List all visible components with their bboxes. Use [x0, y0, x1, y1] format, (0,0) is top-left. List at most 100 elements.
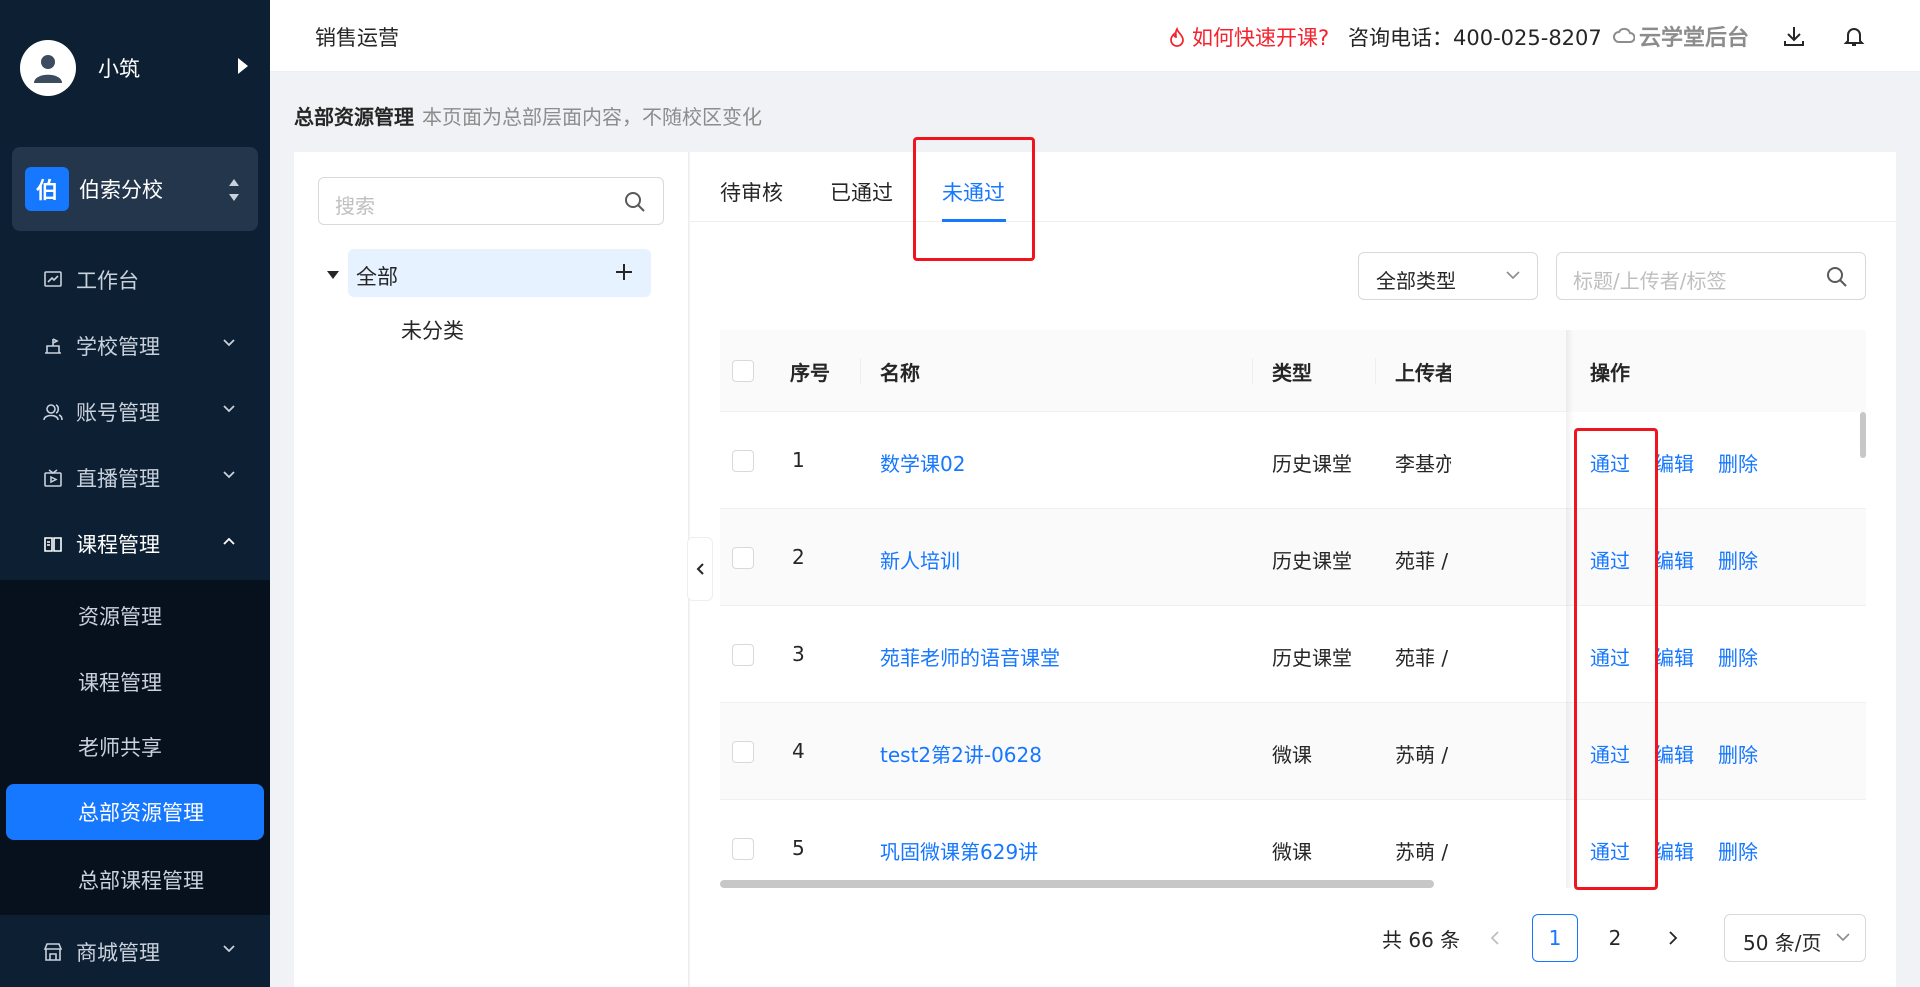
row-checkbox[interactable]	[732, 547, 754, 569]
menu-label: 工作台	[76, 269, 139, 293]
row-checkbox[interactable]	[732, 838, 754, 860]
resource-name-link[interactable]: 数学课02	[880, 448, 965, 477]
consult-phone: 咨询电话：400-025-8207	[1348, 26, 1602, 50]
expand-arrow-icon[interactable]	[238, 58, 248, 74]
select-all-checkbox[interactable]	[732, 360, 754, 382]
prev-page-button[interactable]	[1472, 914, 1518, 962]
row-checkbox[interactable]	[732, 450, 754, 472]
search-icon[interactable]	[623, 190, 647, 214]
page-button[interactable]: 2	[1592, 914, 1638, 962]
resource-name-link[interactable]: test2第2讲-0628	[880, 739, 1042, 768]
resource-type: 历史课堂	[1272, 549, 1352, 573]
user-icon	[34, 54, 62, 83]
plus-icon[interactable]	[613, 261, 635, 283]
brand-name: 云学堂后台	[1639, 26, 1750, 51]
chevron-down-icon	[223, 405, 235, 413]
delete-button[interactable]: 删除	[1718, 739, 1758, 768]
type-select-value: 全部类型	[1376, 269, 1456, 293]
vertical-scrollbar[interactable]	[1860, 412, 1866, 458]
delete-button[interactable]: 删除	[1718, 448, 1758, 477]
type-select[interactable]: 全部类型	[1358, 252, 1538, 300]
resource-type: 历史课堂	[1272, 646, 1352, 670]
resource-name-link[interactable]: 巩固微课第629讲	[880, 836, 1038, 865]
resource-name-link[interactable]: 苑菲老师的语音课堂	[880, 642, 1060, 671]
fixed-column-shadow	[1566, 330, 1574, 888]
submenu-resource[interactable]: 资源管理	[0, 588, 270, 644]
cloud-icon	[1613, 27, 1635, 43]
menu-label: 账号管理	[76, 401, 160, 425]
resource-search-input[interactable]: 标题/上传者/标签	[1556, 252, 1866, 300]
school-switcher[interactable]: 伯 伯索分校	[12, 147, 258, 231]
bell-icon[interactable]	[1842, 24, 1866, 48]
edit-button[interactable]: 编辑	[1654, 836, 1694, 865]
brand-logo: 云学堂后台	[1613, 20, 1749, 52]
tree-node-all[interactable]: 全部	[348, 249, 651, 297]
col-type: 类型	[1272, 361, 1312, 385]
tab-approved[interactable]: 已通过	[830, 177, 893, 207]
sidebar: 小筑 伯 伯索分校 工作台 学校管理 账号管理 直播管理 课程管理 资源管理 课…	[0, 0, 270, 987]
caret-down-icon[interactable]	[327, 271, 339, 279]
next-page-button[interactable]	[1650, 914, 1696, 962]
menu-item-course[interactable]: 课程管理	[0, 516, 270, 572]
live-icon	[42, 467, 64, 489]
tab-pending[interactable]: 待审核	[720, 177, 783, 207]
menu-item-live[interactable]: 直播管理	[0, 450, 270, 506]
main-panel: 待审核 已通过 未通过 全部类型 标题/上传者/标签 序号 名称 类型 上传者 …	[690, 152, 1896, 987]
chevron-down-icon	[223, 945, 235, 953]
tree-search-input[interactable]: 搜索	[318, 177, 664, 225]
edit-button[interactable]: 编辑	[1654, 448, 1694, 477]
fire-icon	[1170, 27, 1184, 47]
page-heading: 总部资源管理 本页面为总部层面内容，不随校区变化	[294, 101, 762, 130]
col-divider	[1375, 358, 1376, 384]
user-profile[interactable]: 小筑	[0, 0, 270, 135]
page-button[interactable]: 1	[1532, 914, 1578, 962]
col-index: 序号	[790, 361, 830, 385]
chevron-down-icon	[1836, 933, 1850, 942]
row-index: 1	[792, 448, 805, 472]
menu-label: 课程管理	[76, 533, 160, 557]
col-ops: 操作	[1590, 361, 1630, 385]
resource-name-link[interactable]: 新人培训	[880, 545, 960, 574]
school-icon	[42, 335, 64, 357]
menu-item-school[interactable]: 学校管理	[0, 318, 270, 374]
delete-button[interactable]: 删除	[1718, 642, 1758, 671]
download-icon[interactable]	[1782, 24, 1806, 48]
edit-button[interactable]: 编辑	[1654, 545, 1694, 574]
top-header: 销售运营 如何快速开课? 咨询电话：400-025-8207 云学堂后台	[270, 0, 1920, 72]
submenu-course[interactable]: 课程管理	[0, 654, 270, 710]
sort-arrows-icon	[229, 179, 239, 201]
store-icon	[42, 941, 64, 963]
header-title: 销售运营	[315, 26, 399, 50]
menu-label: 商城管理	[76, 941, 160, 965]
highlight-box-tab	[913, 137, 1035, 261]
dashboard-icon	[42, 269, 64, 291]
category-tree-panel: 搜索 全部 未分类	[294, 152, 689, 987]
school-name: 伯索分校	[79, 178, 163, 202]
search-icon[interactable]	[1825, 265, 1849, 289]
highlight-box-approve	[1574, 428, 1658, 890]
row-checkbox[interactable]	[732, 741, 754, 763]
resource-type: 历史课堂	[1272, 452, 1352, 476]
submenu-teacher-share[interactable]: 老师共享	[0, 719, 270, 775]
quick-start-link[interactable]: 如何快速开课?	[1168, 22, 1329, 52]
book-icon	[42, 533, 64, 555]
menu-item-workbench[interactable]: 工作台	[0, 252, 270, 308]
page-size-select[interactable]: 50 条/页	[1724, 914, 1866, 962]
menu-item-account[interactable]: 账号管理	[0, 384, 270, 440]
submenu-hq-course[interactable]: 总部课程管理	[0, 852, 270, 908]
col-uploader: 上传者	[1395, 361, 1451, 385]
row-checkbox[interactable]	[732, 644, 754, 666]
edit-button[interactable]: 编辑	[1654, 739, 1694, 768]
collapse-tree-button[interactable]	[687, 537, 713, 601]
delete-button[interactable]: 删除	[1718, 545, 1758, 574]
status-tabs: 待审核 已通过 未通过	[690, 152, 1896, 222]
tree-node-uncategorized[interactable]: 未分类	[401, 315, 464, 345]
menu-item-store[interactable]: 商城管理	[0, 924, 270, 980]
submenu-hq-resource[interactable]: 总部资源管理	[6, 784, 264, 840]
resource-uploader: 苏萌 /	[1395, 840, 1449, 864]
edit-button[interactable]: 编辑	[1654, 642, 1694, 671]
row-index: 4	[792, 739, 805, 763]
delete-button[interactable]: 删除	[1718, 836, 1758, 865]
page-title: 总部资源管理	[294, 105, 414, 129]
horizontal-scrollbar[interactable]	[720, 880, 1434, 888]
